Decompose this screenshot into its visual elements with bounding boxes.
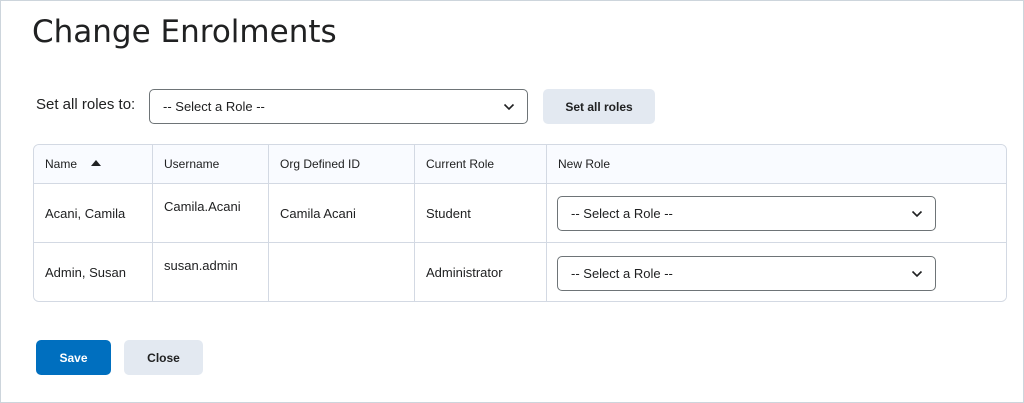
select-value: -- Select a Role --	[571, 206, 673, 221]
close-button[interactable]: Close	[124, 340, 203, 375]
dialog-frame: Change Enrolments Set all roles to: -- S…	[0, 0, 1024, 403]
table-header-row: Name Username Org Defined ID Current Rol…	[34, 145, 1006, 184]
header-new-role: New Role	[558, 157, 611, 171]
cell-org-defined-id: Camila Acani	[280, 206, 356, 221]
select-value: -- Select a Role --	[571, 266, 673, 281]
cell-username: Camila.Acani	[164, 199, 241, 214]
new-role-select[interactable]: -- Select a Role --	[557, 256, 936, 291]
header-username: Username	[164, 157, 220, 171]
header-org-defined-id: Org Defined ID	[280, 157, 361, 171]
sort-ascending-icon	[91, 160, 102, 166]
set-all-roles-select[interactable]: -- Select a Role --	[149, 89, 528, 124]
page-title: Change Enrolments	[32, 14, 337, 50]
header-current-role: Current Role	[426, 157, 495, 171]
cell-username: susan.admin	[164, 258, 238, 273]
set-all-roles-row: Set all roles to: -- Select a Role -- Se…	[36, 89, 736, 124]
enrolments-table: Name Username Org Defined ID Current Rol…	[33, 144, 1007, 302]
chevron-down-icon	[503, 103, 515, 110]
column-divider	[546, 145, 547, 301]
set-all-roles-label: Set all roles to:	[36, 96, 136, 113]
header-name-label: Name	[45, 157, 78, 171]
save-button[interactable]: Save	[36, 340, 111, 375]
column-divider	[414, 145, 415, 301]
select-value: -- Select a Role --	[163, 99, 265, 114]
cell-current-role: Student	[426, 206, 471, 221]
new-role-select[interactable]: -- Select a Role --	[557, 196, 936, 231]
cell-name: Acani, Camila	[45, 206, 126, 221]
table-row: Admin, Susan susan.admin Administrator -…	[34, 244, 1006, 301]
chevron-down-icon	[911, 270, 923, 277]
set-all-roles-button[interactable]: Set all roles	[543, 89, 655, 124]
column-divider	[268, 145, 269, 301]
cell-name: Admin, Susan	[45, 265, 126, 280]
cell-current-role: Administrator	[426, 265, 503, 280]
table-row: Acani, Camila Camila.Acani Camila Acani …	[34, 184, 1006, 243]
header-name[interactable]: Name	[45, 157, 102, 171]
chevron-down-icon	[911, 210, 923, 217]
column-divider	[152, 145, 153, 301]
